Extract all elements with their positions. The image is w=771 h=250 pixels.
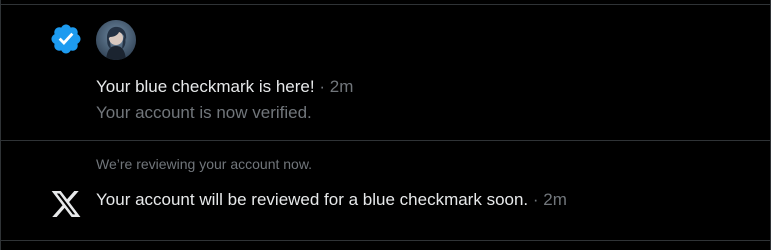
notification-title: Your blue checkmark is here! — [96, 77, 315, 96]
notification-message-line: Your account will be reviewed for a blue… — [96, 190, 567, 210]
separator-dot: · — [532, 190, 539, 209]
user-avatar-image — [96, 20, 136, 60]
timestamp[interactable]: 2m — [330, 77, 354, 96]
avatar[interactable] — [96, 20, 136, 60]
notification-subtitle: Your account is now verified. — [96, 103, 312, 122]
notification-context: We’re reviewing your account now. — [96, 156, 313, 172]
timestamp[interactable]: 2m — [543, 190, 567, 209]
notification-message: Your account will be reviewed for a blue… — [96, 190, 529, 209]
notification-review[interactable]: We’re reviewing your account now. Your a… — [1, 141, 771, 240]
x-logo-icon — [51, 191, 81, 217]
verified-badge-icon — [51, 24, 81, 54]
notifications-list: Your blue checkmark is here! · 2m Your a… — [0, 0, 771, 250]
separator-dot: · — [319, 77, 325, 96]
notification-title-line: Your blue checkmark is here! · 2m — [96, 77, 353, 97]
divider — [1, 240, 771, 241]
notification-verified[interactable]: Your blue checkmark is here! · 2m Your a… — [1, 5, 771, 140]
